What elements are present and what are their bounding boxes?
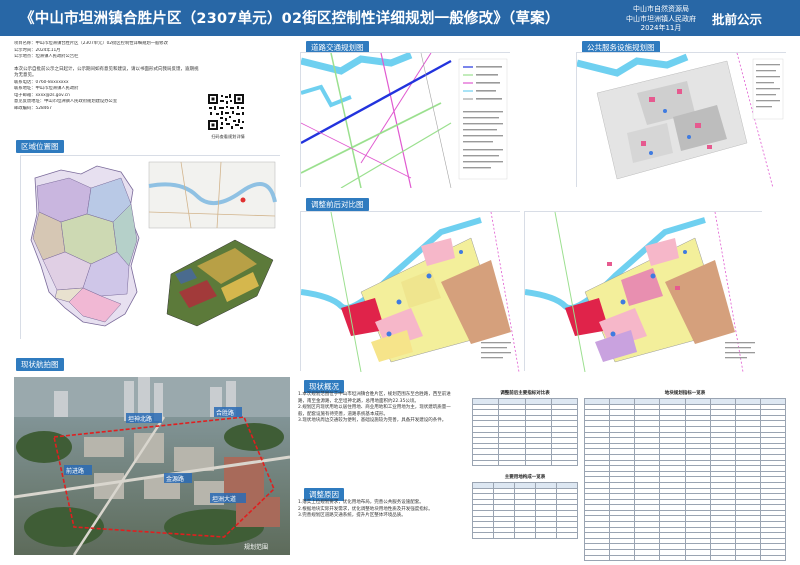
summary-table bbox=[583, 398, 787, 562]
after-map bbox=[524, 211, 763, 373]
overview-paragraph-3: 3.现状地块周边交通较为便利，基础设施较为完善，具备开发建设的条件。 bbox=[298, 418, 447, 424]
section-title-location: 区域位置图 bbox=[16, 140, 64, 153]
overview-text: 1.本次规划范围位于中山市坦洲镇合胜片区，规划范围东至合胜路，西至前进路，南至金… bbox=[298, 392, 458, 425]
road-plan-map bbox=[300, 51, 511, 189]
before-map bbox=[300, 211, 521, 373]
aerial-label-5: 坦洲大道 bbox=[212, 495, 236, 503]
qr-caption: 扫码查看规划详情 bbox=[211, 134, 245, 139]
land-use-table bbox=[472, 482, 578, 539]
info-block: 项目名称：中山市坦洲镇合胜片区（2307单元）02街区控制性详细规划一般修改 公… bbox=[14, 41, 200, 137]
after-map-panel bbox=[524, 211, 763, 373]
info-line-10: 邮政编码：528467 bbox=[14, 105, 52, 111]
table-land-title: 主要用地构成一览表 bbox=[504, 475, 546, 480]
issuing-org: 中山市自然资源局 中山市坦洲镇人民政府 2024年11月 bbox=[622, 5, 700, 34]
public-services-map bbox=[576, 52, 787, 189]
table-before-title: 调整前后主要指标对比表 bbox=[500, 391, 550, 396]
page-title: 《中山市坦洲镇合胜片区（2307单元）02街区控制性详细规划一般修改》（草案） bbox=[20, 11, 560, 27]
org-line-3: 2024年11月 bbox=[640, 24, 682, 32]
location-map-panel: · bbox=[20, 155, 281, 340]
table-summary-title: 地块规划指标一览表 bbox=[664, 391, 706, 396]
location-map: · bbox=[21, 156, 281, 340]
overview-paragraph-2: 2.规划区内现状用地以居住用地、商业用地和工业用地为主，现状建筑质量一般，配套设… bbox=[298, 405, 451, 417]
adjust-text: 1.落实上位规划要求，优化用地布局，完善公共服务设施配套。 2.根据地块实际开发… bbox=[298, 500, 458, 520]
aerial-photo: 坦神北路 合胜路 前进路 金源路 坦洲大道 规划范围 bbox=[14, 377, 290, 555]
notice-label: 批前公示 bbox=[712, 12, 763, 27]
table-summary: 地块规划指标一览表 bbox=[583, 390, 787, 562]
svg-text:·: · bbox=[205, 244, 206, 249]
before-after-table bbox=[471, 398, 579, 467]
aerial-label-1: 坦神北路 bbox=[128, 415, 152, 423]
road-plan-panel bbox=[300, 51, 511, 189]
table-before-after: 调整前后主要指标对比表 bbox=[471, 390, 579, 467]
org-line-2: 中山市坦洲镇人民政府 bbox=[626, 14, 696, 23]
qr-code-icon bbox=[207, 93, 245, 131]
org-line-1: 中山市自然资源局 bbox=[633, 5, 689, 13]
aerial-label-2: 合胜路 bbox=[216, 409, 234, 417]
aerial-label-3: 前进路 bbox=[66, 467, 84, 475]
adjust-paragraph-1: 1.落实上位规划要求，优化用地布局，完善公共服务设施配套。 bbox=[298, 500, 424, 505]
aerial-image: 坦神北路 合胜路 前进路 金源路 坦洲大道 规划范围 bbox=[14, 377, 290, 555]
before-map-panel bbox=[300, 211, 521, 373]
public-services-panel bbox=[576, 52, 787, 189]
overview-paragraph-1: 1.本次规划范围位于中山市坦洲镇合胜片区，规划范围东至合胜路，西至前进路，南至金… bbox=[298, 392, 451, 404]
aerial-label-6: 规划范围 bbox=[244, 543, 268, 551]
section-title-status: 现状航拍图 bbox=[16, 358, 64, 371]
info-line-5: 本次公示自批前公示之日起计，公示期间如有意见和建议，请以书面形式向我局反馈，逾期… bbox=[14, 66, 199, 79]
section-title-compare: 调整前后对比图 bbox=[306, 198, 369, 211]
table-land-use: 主要用地构成一览表 bbox=[472, 474, 578, 548]
qr-code[interactable] bbox=[207, 93, 245, 131]
aerial-label-4: 金源路 bbox=[166, 475, 184, 483]
adjust-paragraph-3: 3.完善规划区道路交通系统，提升片区整体环境品质。 bbox=[298, 513, 406, 519]
